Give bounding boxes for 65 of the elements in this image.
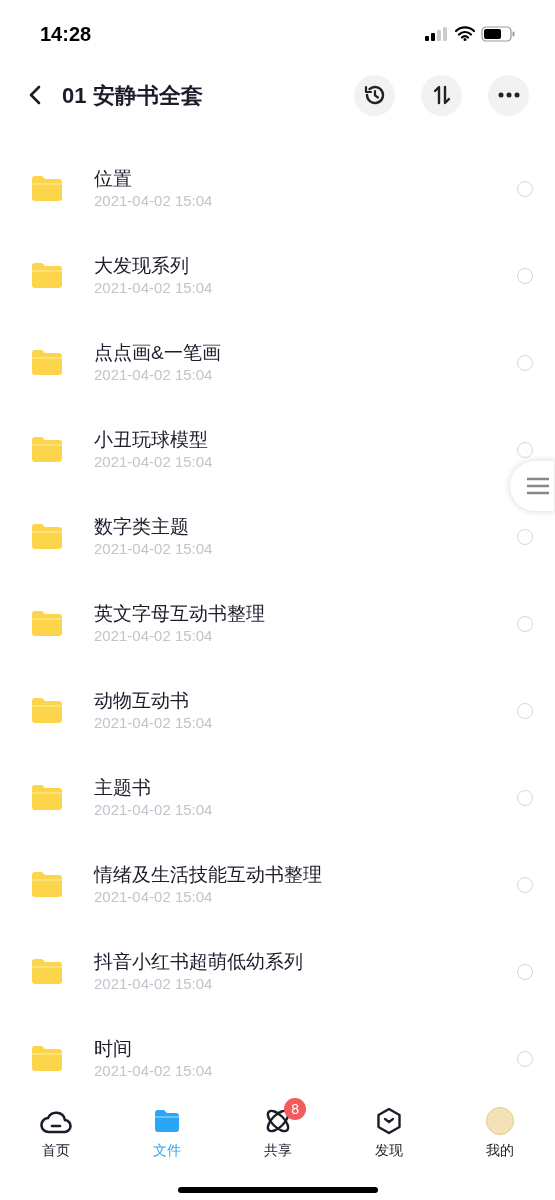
tab-item[interactable]: 共享 8 [222, 1096, 333, 1161]
folder-name: 情绪及生活技能互动书整理 [94, 863, 322, 887]
signal-icon [425, 26, 449, 41]
folder-row[interactable]: 点点画&一笔画 2021-04-02 15:04 [0, 319, 555, 406]
hexagon-icon [375, 1107, 402, 1135]
sort-button[interactable] [421, 74, 462, 116]
folder-row[interactable]: 情绪及生活技能互动书整理 2021-04-02 15:04 [0, 841, 555, 928]
folder-icon [32, 959, 62, 984]
folder-icon [32, 698, 62, 723]
folder-icon [32, 263, 62, 288]
folder-name: 时间 [94, 1037, 133, 1061]
folder-icon [32, 350, 62, 375]
notification-badge: 8 [284, 1098, 307, 1120]
tab-item[interactable]: 首页 [0, 1096, 111, 1161]
folder-name: 抖音小红书超萌低幼系列 [94, 950, 303, 974]
folder-row[interactable]: 数字类主题 2021-04-02 15:04 [0, 493, 555, 580]
menu-handle[interactable] [509, 460, 555, 512]
folder-row[interactable]: 时间 2021-04-02 15:04 [0, 1015, 555, 1088]
folder-date: 2021-04-02 15:04 [94, 713, 213, 733]
folder-date: 2021-04-02 15:04 [94, 974, 214, 994]
folder-row[interactable]: 抖音小红书超萌低幼系列 2021-04-02 15:04 [0, 928, 555, 1015]
folder-title: 01 安静书全套 [62, 81, 203, 110]
menu-icon [526, 477, 550, 495]
more-icon [497, 92, 520, 98]
folder-date: 2021-04-02 15:04 [94, 278, 213, 298]
folder-date: 2021-04-02 15:04 [94, 539, 213, 559]
tab-item[interactable]: 我的 [444, 1096, 555, 1161]
folder-name: 数字类主题 [94, 515, 190, 539]
folder-name: 英文字母互动书整理 [94, 602, 265, 626]
folder-name: 小丑玩球模型 [94, 428, 209, 452]
folder-name: 点点画&一笔画 [94, 341, 221, 365]
folder-date: 2021-04-02 15:04 [94, 365, 214, 385]
folder-row[interactable]: 大发现系列 2021-04-02 15:04 [0, 232, 555, 319]
folder-icon [32, 872, 62, 897]
folder-row[interactable]: 小丑玩球模型 2021-04-02 15:04 [0, 406, 555, 493]
avatar-icon [485, 1107, 514, 1135]
battery-icon [481, 25, 515, 42]
folder-icon [152, 1109, 181, 1133]
folder-icon [32, 1046, 62, 1071]
folder-row[interactable]: 位置 2021-04-02 15:04 [0, 145, 555, 232]
folder-row[interactable]: 英文字母互动书整理 2021-04-02 15:04 [0, 580, 555, 667]
folder-date: 2021-04-02 15:04 [94, 1061, 213, 1081]
history-icon [362, 83, 387, 107]
folder-date: 2021-04-02 15:04 [94, 452, 213, 472]
folder-icon [32, 785, 62, 810]
folder-date: 2021-04-02 15:04 [94, 887, 214, 907]
folder-date: 2021-04-02 15:04 [94, 800, 213, 820]
folder-row[interactable]: 主题书 2021-04-02 15:04 [0, 754, 555, 841]
folder-date: 2021-04-02 15:04 [94, 191, 213, 211]
folder-name: 大发现系列 [94, 254, 190, 278]
folder-icon [32, 176, 62, 201]
history-button[interactable] [354, 74, 395, 116]
tab-item[interactable]: 发现 [333, 1096, 444, 1161]
more-button[interactable] [488, 74, 529, 116]
back-icon [29, 85, 41, 105]
folder-row[interactable]: 动物互动书 2021-04-02 15:04 [0, 667, 555, 754]
folder-name: 动物互动书 [94, 689, 190, 713]
folder-icon [32, 611, 62, 636]
status-time: 14:28 [40, 21, 92, 47]
wifi-icon [455, 26, 475, 41]
folder-name: 主题书 [94, 776, 152, 800]
folder-icon [32, 524, 62, 549]
folder-date: 2021-04-02 15:04 [94, 626, 214, 646]
folder-icon [32, 437, 62, 462]
folder-name: 位置 [94, 167, 133, 191]
